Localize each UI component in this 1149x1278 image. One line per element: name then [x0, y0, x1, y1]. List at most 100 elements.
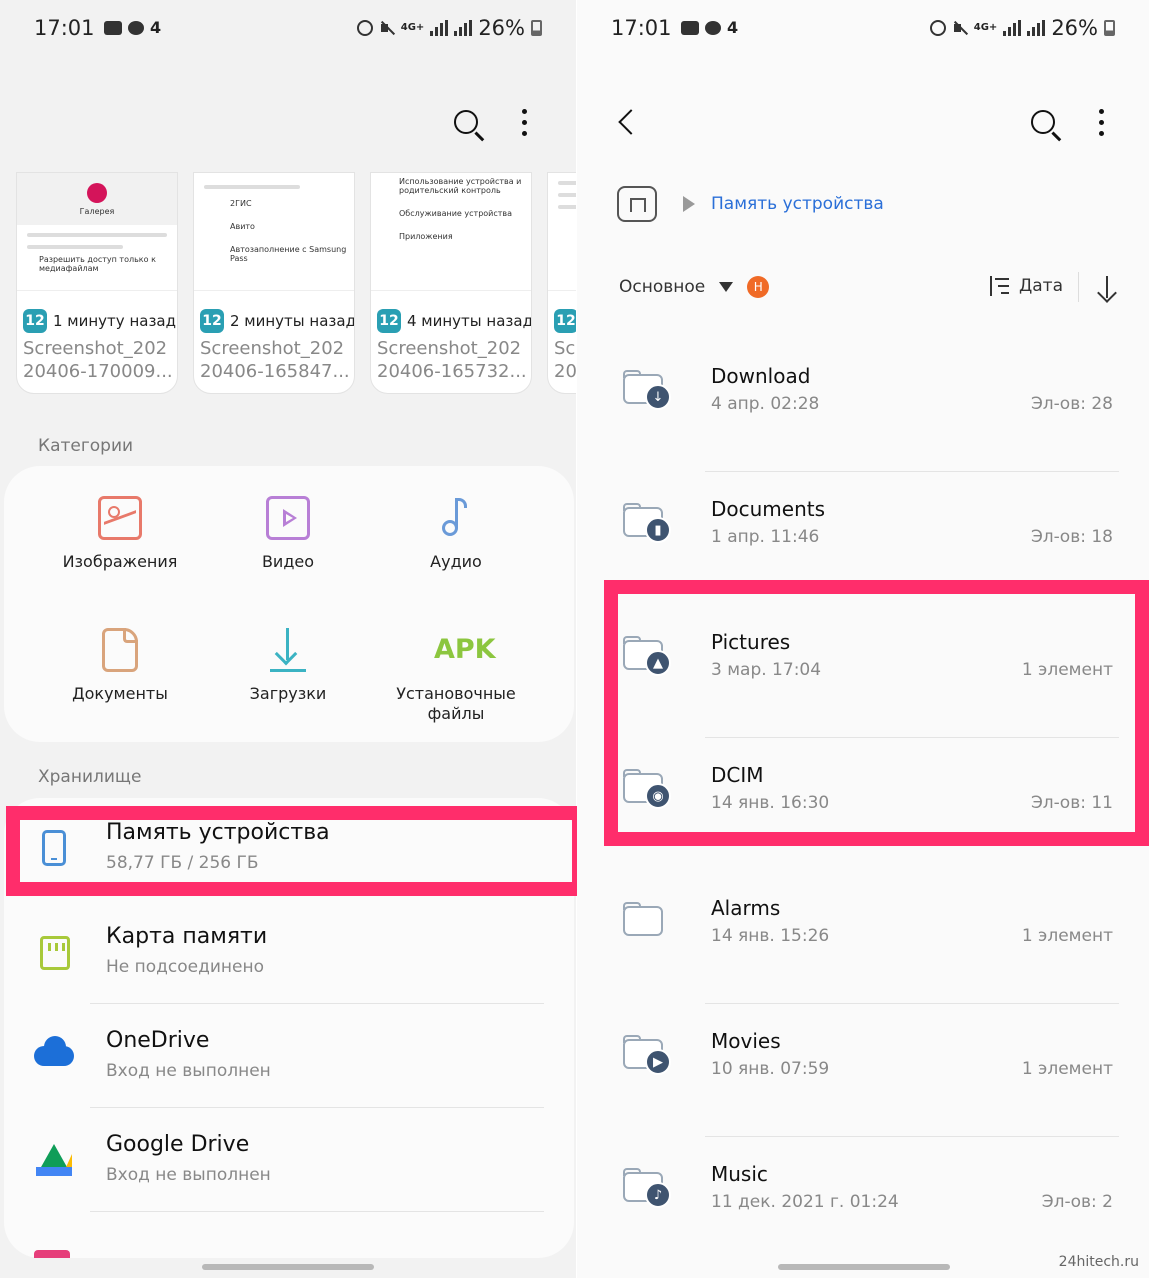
- folder-count: Эл-ов: 28: [1030, 394, 1113, 414]
- thumb-app-title: Галерея: [79, 206, 115, 216]
- network-type: 4G+: [973, 22, 998, 33]
- storage-item-onedrive[interactable]: OneDrive Вход не выполнен: [4, 1006, 574, 1110]
- recent-file-time: 2 минуты назад: [230, 312, 355, 330]
- category-documents[interactable]: Документы: [40, 628, 200, 704]
- storage-status: Не подсоединено: [106, 957, 265, 977]
- signal-icon-2: [454, 20, 473, 36]
- music-note-icon: ♪: [645, 1182, 671, 1208]
- folder-icon: ♪: [623, 1164, 671, 1208]
- folder-download[interactable]: ↓ Download 4 апр. 02:28 Эл-ов: 28: [577, 340, 1149, 472]
- divider: [705, 1003, 1119, 1004]
- storage-item-google-drive[interactable]: Google Drive Вход не выполнен: [4, 1110, 574, 1214]
- status-time: 17:01: [34, 16, 95, 40]
- sort-direction-icon[interactable]: [1095, 274, 1119, 302]
- recent-file-thumbnail: [548, 173, 576, 291]
- recent-file-name: Screenshot_202 20406-165732...: [377, 338, 527, 382]
- divider: [90, 1003, 544, 1004]
- category-label: Аудио: [430, 552, 482, 571]
- back-button[interactable]: [603, 98, 651, 146]
- folder-music[interactable]: ♪ Music 11 дек. 2021 г. 01:24 Эл-ов: 2: [577, 1138, 1149, 1270]
- download-icon: [266, 628, 310, 672]
- more-options-button[interactable]: [1077, 98, 1125, 146]
- download-icon: ↓: [645, 384, 671, 410]
- recent-file-name: Screenshot_202 20406-165847...: [200, 338, 350, 382]
- storage-title: Google Drive: [106, 1132, 250, 1157]
- folder-count: Эл-ов: 2: [1041, 1192, 1113, 1212]
- search-icon: [1031, 110, 1055, 134]
- category-downloads[interactable]: Загрузки: [208, 628, 368, 704]
- gallery-app-icon: [87, 182, 107, 203]
- alarm-icon: [356, 20, 373, 36]
- thumb-text: Автозаполнение с Samsung Pass: [230, 245, 347, 263]
- sort-icon: [987, 276, 1009, 296]
- storage-status: Вход не выполнен: [106, 1165, 271, 1185]
- category-video[interactable]: Видео: [208, 496, 368, 572]
- folder-alarms[interactable]: Alarms 14 янв. 15:26 1 элемент: [577, 872, 1149, 1004]
- category-audio[interactable]: Аудио: [376, 496, 536, 572]
- folder-count: 1 элемент: [1021, 926, 1113, 946]
- thumb-text: Авито: [230, 222, 255, 231]
- image-icon: [98, 496, 142, 540]
- category-label: Установочные файлы: [396, 684, 516, 723]
- highlight-frame: [6, 806, 586, 896]
- next-storage-icon-peek: [34, 1250, 70, 1258]
- storage-overview-screen: 17:01 4 4G+ 26% Галерея Разрешить доступ…: [0, 0, 586, 1278]
- category-label: Изображения: [62, 552, 178, 571]
- more-vert-icon: [521, 108, 527, 136]
- watermark: 24hitech.ru: [1058, 1254, 1139, 1270]
- battery-percent: 26%: [478, 16, 525, 40]
- notification-4-icon: 4: [150, 18, 162, 37]
- folder-name: Alarms: [711, 896, 781, 920]
- search-button[interactable]: [442, 98, 490, 146]
- folder-icon: ↓: [623, 366, 671, 410]
- highlight-frame: [604, 580, 1149, 846]
- back-arrow-icon: [618, 109, 644, 135]
- message-icon: [104, 20, 122, 35]
- document-icon: [102, 628, 138, 672]
- gesture-bar[interactable]: [202, 1264, 374, 1270]
- notification-4-icon: 4: [727, 18, 739, 37]
- google-drive-icon: [36, 1144, 72, 1176]
- chat-icon: [705, 20, 721, 35]
- folder-name: Music: [711, 1162, 768, 1186]
- filter-label: Основное: [619, 277, 706, 297]
- divider: [1078, 272, 1079, 302]
- storage-heading: Хранилище: [38, 767, 142, 787]
- category-label: Загрузки: [249, 684, 327, 703]
- categories-card: Изображения Видео Аудио Документы Загруз…: [4, 466, 574, 742]
- filter-sort-bar: Основное Н Дата: [619, 272, 1119, 304]
- folder-movies[interactable]: ▶ Movies 10 янв. 07:59 1 элемент: [577, 1005, 1149, 1137]
- music-note-icon: [434, 496, 478, 540]
- gesture-bar[interactable]: [778, 1264, 950, 1270]
- recent-file-card[interactable]: Галерея Разрешить доступ только к медиаф…: [16, 172, 178, 394]
- signal-icon-2: [1027, 20, 1046, 36]
- recent-file-card[interactable]: 12 Sc 20: [547, 172, 576, 394]
- storage-item-memory-card[interactable]: Карта памяти Не подсоединено: [4, 902, 574, 1006]
- divider: [705, 1136, 1119, 1137]
- filter-dropdown[interactable]: Основное Н: [619, 276, 770, 298]
- thumb-text: Обслуживание устройства: [399, 209, 513, 218]
- search-button[interactable]: [1019, 98, 1067, 146]
- divider: [90, 1211, 544, 1212]
- home-icon[interactable]: [617, 186, 657, 222]
- recent-file-card[interactable]: 2ГИС Авито Автозаполнение с Samsung Pass…: [193, 172, 355, 394]
- mute-icon: [379, 20, 395, 36]
- recent-file-card[interactable]: Использование устройства и родительский …: [370, 172, 532, 394]
- document-icon: ▮: [645, 517, 671, 543]
- breadcrumb-current[interactable]: Память устройства: [711, 194, 884, 214]
- dropdown-arrow-icon: [719, 282, 734, 292]
- android-12-icon: 12: [377, 309, 401, 333]
- signal-icon: [1003, 20, 1022, 36]
- sort-label: Дата: [1018, 276, 1063, 296]
- video-icon: [266, 496, 310, 540]
- more-options-button[interactable]: [500, 98, 548, 146]
- category-installation-files[interactable]: APK Установочные файлы: [376, 628, 536, 724]
- network-type: 4G+: [400, 22, 425, 33]
- onedrive-icon: [34, 1036, 74, 1066]
- recent-file-time: 4 минуты назад: [407, 312, 532, 330]
- sort-by-button[interactable]: Дата: [987, 276, 1063, 296]
- battery-percent: 26%: [1051, 16, 1098, 40]
- recent-files-carousel: Галерея Разрешить доступ только к медиаф…: [16, 172, 576, 394]
- category-images[interactable]: Изображения: [40, 496, 200, 572]
- divider: [705, 471, 1119, 472]
